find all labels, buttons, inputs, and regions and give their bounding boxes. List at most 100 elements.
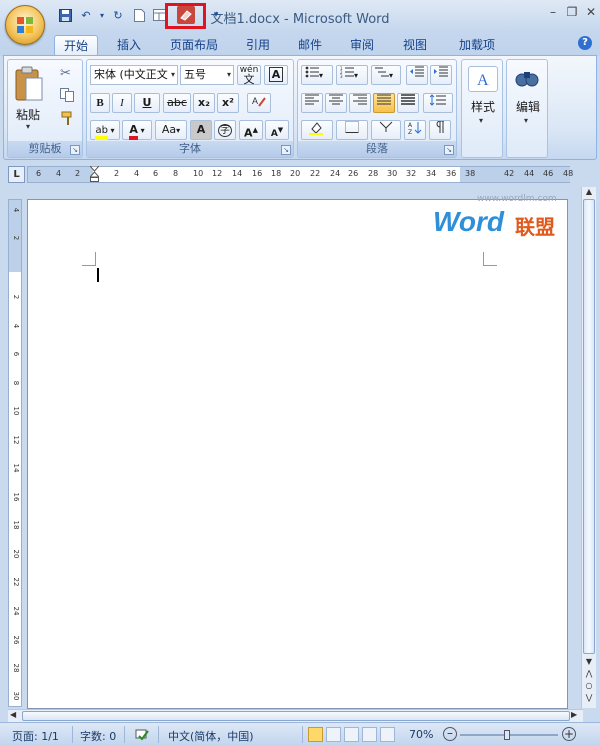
underline-button[interactable]: U xyxy=(134,93,160,113)
styles-label[interactable]: 样式 xyxy=(471,98,495,115)
close-icon[interactable]: ✕ xyxy=(583,5,599,19)
paste-label[interactable]: 粘贴 xyxy=(16,106,40,123)
italic-button[interactable]: I xyxy=(112,93,132,113)
increase-indent-icon[interactable] xyxy=(430,65,452,85)
paste-icon[interactable] xyxy=(14,66,46,106)
format-painter-icon[interactable] xyxy=(60,110,76,126)
outline-view-icon[interactable] xyxy=(362,727,377,742)
paste-dropdown-icon[interactable]: ▾ xyxy=(26,122,30,131)
shrink-font-button[interactable]: A▼ xyxy=(265,120,289,140)
line-spacing-icon[interactable] xyxy=(423,93,453,113)
next-page-icon[interactable]: ⋁ xyxy=(583,693,595,705)
multilevel-list-button[interactable]: ▾ xyxy=(371,65,401,85)
text-highlight-button[interactable]: ab ▾ xyxy=(90,120,120,140)
tab-insert[interactable]: 插入 xyxy=(109,35,149,56)
tab-selector-icon[interactable]: L xyxy=(8,166,25,183)
subscript-button[interactable]: x₂ xyxy=(193,93,215,113)
indent-marker-icon[interactable] xyxy=(88,165,101,183)
page-count[interactable]: 页面: 1/1 xyxy=(12,728,59,744)
zoom-in-icon[interactable]: + xyxy=(562,727,576,741)
borders-icon[interactable] xyxy=(336,120,368,140)
select-browse-object-icon[interactable]: ○ xyxy=(583,681,595,693)
editing-label[interactable]: 编辑 xyxy=(516,98,540,115)
zoom-slider-thumb[interactable] xyxy=(504,730,510,740)
customize-dropdown-icon[interactable]: ▾ xyxy=(208,7,224,23)
draft-view-icon[interactable] xyxy=(380,727,395,742)
clipboard-launcher-icon[interactable]: ↘ xyxy=(70,145,80,155)
copy-icon[interactable] xyxy=(60,88,74,102)
undo-icon[interactable]: ↶ xyxy=(78,7,94,23)
language-indicator[interactable]: 中文(简体，中国) xyxy=(168,728,254,744)
vertical-scrollbar[interactable]: ▲ ▼ ⋀ ○ ⋁ xyxy=(581,187,596,708)
styles-dropdown-icon[interactable]: ▾ xyxy=(479,116,483,125)
align-center-icon[interactable] xyxy=(325,93,347,113)
character-border-button[interactable]: A xyxy=(264,65,288,85)
zoom-level[interactable]: 70% xyxy=(409,728,433,741)
web-layout-view-icon[interactable] xyxy=(344,727,359,742)
print-layout-view-icon[interactable] xyxy=(308,727,323,742)
binoculars-icon[interactable] xyxy=(513,66,543,92)
bullets-button[interactable]: ▾ xyxy=(301,65,333,85)
hscroll-thumb[interactable] xyxy=(22,711,570,721)
tab-add-ins[interactable]: 加载项 xyxy=(452,35,502,56)
eraser-icon[interactable] xyxy=(177,6,195,24)
tab-references[interactable]: 引用 xyxy=(240,35,276,56)
decrease-indent-icon[interactable] xyxy=(406,65,428,85)
word-count[interactable]: 字数: 0 xyxy=(80,728,116,744)
editing-dropdown-icon[interactable]: ▾ xyxy=(524,116,528,125)
scroll-down-icon[interactable]: ▼ xyxy=(583,657,595,669)
tab-page-layout[interactable]: 页面布局 xyxy=(164,35,224,56)
office-button[interactable] xyxy=(5,5,45,45)
cut-icon[interactable]: ✂ xyxy=(60,66,71,81)
tab-view[interactable]: 视图 xyxy=(397,35,433,56)
font-color-button[interactable]: A ▾ xyxy=(122,120,152,140)
horizontal-ruler[interactable]: 6 4 2 2 4 6 8 10 12 14 16 18 20 22 24 26 28 30 32 34 36 38 42 4… xyxy=(27,165,573,183)
strikethrough-button[interactable]: abc xyxy=(163,93,191,113)
phonetic-guide-button[interactable]: wén 文 xyxy=(237,65,261,85)
sort-icon[interactable]: AZ xyxy=(404,120,426,140)
justify-icon[interactable] xyxy=(373,93,395,113)
bold-button[interactable]: B xyxy=(90,93,110,113)
undo-dropdown-icon[interactable]: ▾ xyxy=(94,7,110,23)
scroll-left-icon[interactable]: ◀ xyxy=(10,710,22,722)
tab-review[interactable]: 审阅 xyxy=(344,35,380,56)
full-screen-reading-view-icon[interactable] xyxy=(326,727,341,742)
previous-page-icon[interactable]: ⋀ xyxy=(583,669,595,681)
clear-formatting-icon[interactable]: A xyxy=(247,93,271,113)
vertical-ruler-tick-label: 14 xyxy=(12,463,20,473)
change-case-button[interactable]: Aa▾ xyxy=(155,120,187,140)
save-icon[interactable] xyxy=(57,7,73,23)
proofing-icon[interactable] xyxy=(134,727,150,743)
minimize-icon[interactable]: – xyxy=(545,5,561,19)
tab-home[interactable]: 开始 xyxy=(54,35,98,56)
tab-mailings[interactable]: 邮件 xyxy=(292,35,328,56)
help-icon[interactable]: ? xyxy=(578,36,592,50)
ruler-tick-label: 38 xyxy=(465,169,476,178)
paragraph-launcher-icon[interactable]: ↘ xyxy=(444,145,454,155)
align-right-icon[interactable] xyxy=(349,93,371,113)
enclose-characters-button[interactable]: 字 xyxy=(214,120,236,140)
redo-icon[interactable]: ↻ xyxy=(110,7,126,23)
numbering-button[interactable]: 1 2 3 ▾ xyxy=(336,65,368,85)
show-marks-icon[interactable] xyxy=(429,120,451,140)
font-size-select[interactable]: 五号 ▾ xyxy=(180,65,234,85)
scroll-up-icon[interactable]: ▲ xyxy=(583,187,595,199)
horizontal-scrollbar[interactable]: ◀ ▶ xyxy=(8,709,583,722)
superscript-button[interactable]: x² xyxy=(217,93,239,113)
font-name-select[interactable]: 宋体 (中文正文 ▾ xyxy=(90,65,178,85)
scroll-thumb[interactable] xyxy=(583,199,595,654)
shading-icon[interactable] xyxy=(301,120,333,140)
restore-icon[interactable]: ❐ xyxy=(564,5,580,19)
chinese-layout-icon[interactable] xyxy=(371,120,401,140)
document-page[interactable]: www.wordlm.com Word 联盟 xyxy=(27,194,568,709)
character-shading-button[interactable]: A xyxy=(190,120,212,140)
zoom-out-icon[interactable]: – xyxy=(443,727,457,741)
grow-font-button[interactable]: A▲ xyxy=(239,120,263,140)
distributed-icon[interactable] xyxy=(397,93,419,113)
scroll-right-icon[interactable]: ▶ xyxy=(571,710,583,722)
new-document-icon[interactable] xyxy=(131,7,147,23)
font-launcher-icon[interactable]: ↘ xyxy=(281,145,291,155)
styles-icon[interactable]: A xyxy=(468,66,498,92)
align-left-icon[interactable] xyxy=(301,93,323,113)
vertical-ruler[interactable]: 4 2 2 4 6 8 10 12 14 16 18 20 22 24 26 28 30 xyxy=(8,199,22,707)
